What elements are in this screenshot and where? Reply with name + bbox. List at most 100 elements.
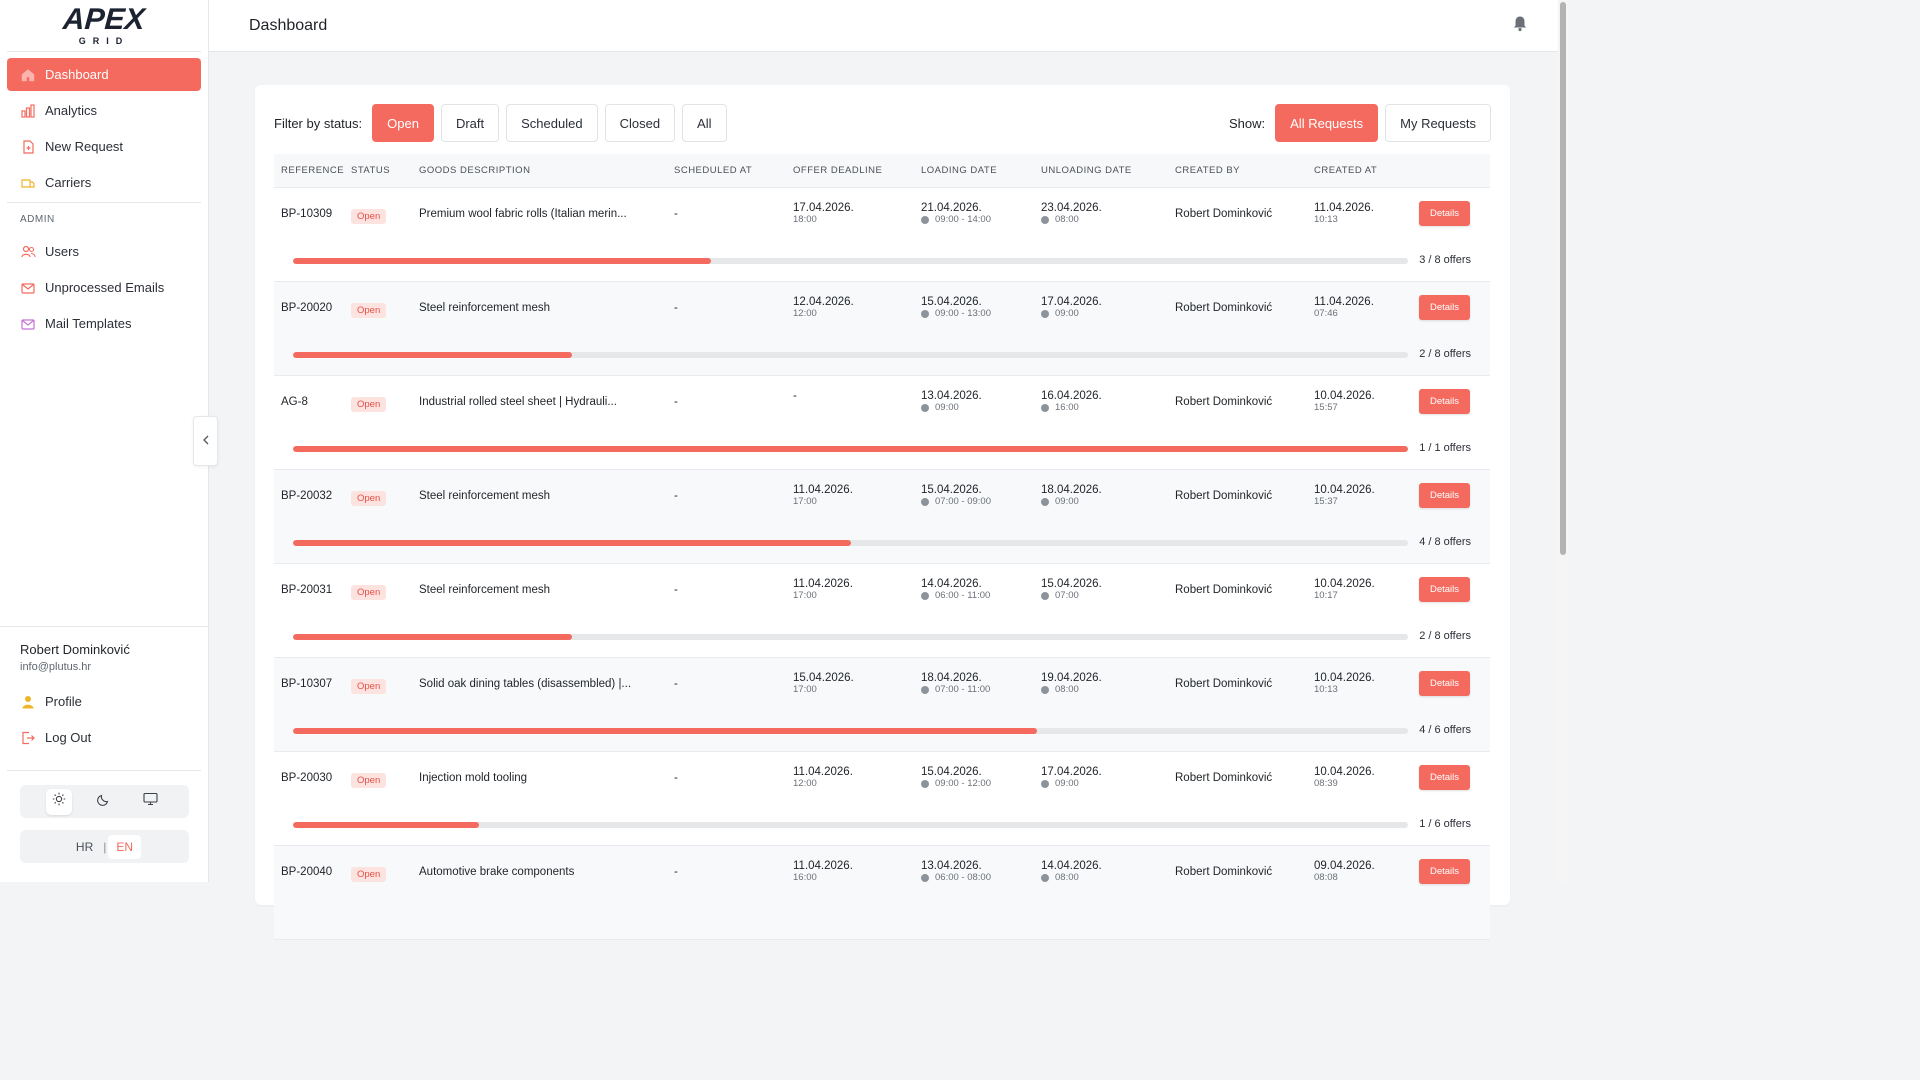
clock-icon [1041,215,1049,224]
table-row[interactable]: BP-20040 Open Automotive brake component… [274,846,1490,940]
details-button[interactable]: Details [1419,765,1470,790]
details-button[interactable]: Details [1419,577,1470,602]
collapse-sidebar-button[interactable] [193,416,218,466]
details-button[interactable]: Details [1419,483,1470,508]
goods-description: Injection mold tooling [419,772,528,784]
sidebar-item-label: Unprocessed Emails [45,280,165,295]
unloading-time-value: 16:00 [1055,402,1079,413]
loading-date: 13.04.2026. 06:00 - 08:00 [921,860,991,883]
unloading-time-value: 08:00 [1055,214,1079,225]
sidebar-item-new-request[interactable]: New Request [7,130,201,163]
unloading-date: 16.04.2026. 16:00 [1041,390,1102,413]
column-header-loading[interactable]: LOADING DATE [921,165,997,176]
offers-progress-bar [293,352,1408,358]
language-separator: | [103,839,107,854]
scheduled-at: - [674,208,678,220]
system-theme-button[interactable] [137,789,163,815]
created-at: 10.04.2026. 15:57 [1314,390,1375,413]
filter-bar: Filter by status: Open Draft Scheduled C… [274,104,1491,142]
clock-icon [921,309,929,318]
language-hr-button[interactable]: HR [68,835,101,859]
offers-progress-bar [293,540,1408,546]
filter-open-button[interactable]: Open [372,104,434,142]
clock-icon [921,403,929,412]
offers-progress-fill [293,728,1037,734]
created-by: Robert Dominković [1175,772,1273,784]
table-row[interactable]: BP-10307 Open Solid oak dining tables (d… [274,658,1490,752]
table-row[interactable]: BP-20032 Open Steel reinforcement mesh -… [274,470,1490,564]
unloading-time: 09:00 [1041,496,1102,507]
column-header-reference[interactable]: REFERENCE [281,165,344,176]
created-date: 11.04.2026. [1314,296,1374,308]
my-requests-button[interactable]: My Requests [1385,104,1491,142]
column-header-scheduled[interactable]: SCHEDULED AT [674,165,752,176]
loading-time-value: 06:00 - 08:00 [935,872,991,883]
offers-progress-bar [293,634,1408,640]
light-theme-button[interactable] [45,788,72,815]
sidebar-item-analytics[interactable]: Analytics [7,94,201,127]
offer-deadline: 15.04.2026. 17:00 [793,672,854,695]
column-header-unloading[interactable]: UNLOADING DATE [1041,165,1132,176]
table-row[interactable]: BP-10309 Open Premium wool fabric rolls … [274,188,1490,282]
created-date: 10.04.2026. [1314,578,1375,590]
loading-time: 09:00 - 14:00 [921,214,991,225]
table-row[interactable]: BP-20031 Open Steel reinforcement mesh -… [274,564,1490,658]
column-header-created-at[interactable]: CREATED AT [1314,165,1377,176]
sidebar-item-mail-templates[interactable]: Mail Templates [7,307,201,340]
filter-all-button[interactable]: All [682,104,727,142]
reference: BP-20040 [281,866,333,878]
sidebar-item-carriers[interactable]: Carriers [7,166,201,199]
unloading-date-value: 17.04.2026. [1041,296,1102,308]
loading-time: 09:00 [921,402,982,413]
notifications-button[interactable] [1512,15,1528,37]
sidebar-item-logout[interactable]: Log Out [7,721,201,754]
details-button[interactable]: Details [1419,295,1470,320]
page-title: Dashboard [249,16,328,34]
scrollbar-thumb[interactable] [1560,2,1566,555]
filter-closed-button[interactable]: Closed [604,104,676,142]
unloading-date-value: 19.04.2026. [1041,672,1102,684]
filter-scheduled-button[interactable]: Scheduled [506,104,598,142]
loading-date-value: 14.04.2026. [921,578,982,590]
loading-time: 06:00 - 08:00 [921,872,991,883]
created-date: 09.04.2026. [1314,860,1375,872]
table-row[interactable]: AG-8 Open Industrial rolled steel sheet … [274,376,1490,470]
language-en-button[interactable]: EN [108,834,142,859]
sidebar-item-dashboard[interactable]: Dashboard [7,58,201,91]
column-header-status[interactable]: STATUS [351,165,390,176]
filter-draft-button[interactable]: Draft [440,104,500,142]
loading-date-value: 18.04.2026. [921,672,982,684]
created-at: 10.04.2026. 15:37 [1314,484,1375,507]
monitor-icon [143,792,158,811]
unloading-time: 08:00 [1041,872,1102,883]
loading-date: 21.04.2026. 09:00 - 14:00 [921,202,991,225]
filter-label: Filter by status: [274,115,363,131]
dark-theme-button[interactable] [91,789,117,815]
offer-deadline: 11.04.2026. 17:00 [793,578,853,601]
scheduled-at: - [674,396,678,408]
all-requests-button[interactable]: All Requests [1275,104,1379,142]
details-button[interactable]: Details [1419,201,1470,226]
created-time: 10:13 [1314,214,1338,225]
logo[interactable]: APEX GRID [7,0,201,52]
sidebar-item-users[interactable]: Users [7,235,201,268]
clock-icon [921,591,929,600]
column-header-created-by[interactable]: CREATED BY [1175,165,1240,176]
column-header-goods[interactable]: GOODS DESCRIPTION [419,165,530,176]
admin-section-label: ADMIN [20,214,55,225]
unloading-date: 17.04.2026. 09:00 [1041,296,1102,319]
details-button[interactable]: Details [1419,389,1470,414]
sidebar-item-profile[interactable]: Profile [7,685,201,718]
details-button[interactable]: Details [1419,859,1470,884]
sidebar-item-unprocessed-emails[interactable]: Unprocessed Emails [7,271,201,304]
created-time: 08:39 [1314,778,1338,789]
page-scrollbar[interactable] [1558,0,1568,882]
mail-template-icon [20,316,36,332]
details-button[interactable]: Details [1419,671,1470,696]
unloading-date-value: 14.04.2026. [1041,860,1102,872]
column-header-deadline[interactable]: OFFER DEADLINE [793,165,882,176]
reference: BP-20032 [281,490,333,502]
table-row[interactable]: BP-20030 Open Injection mold tooling - 1… [274,752,1490,846]
loading-date-value: 15.04.2026. [921,484,982,496]
table-row[interactable]: BP-20020 Open Steel reinforcement mesh -… [274,282,1490,376]
